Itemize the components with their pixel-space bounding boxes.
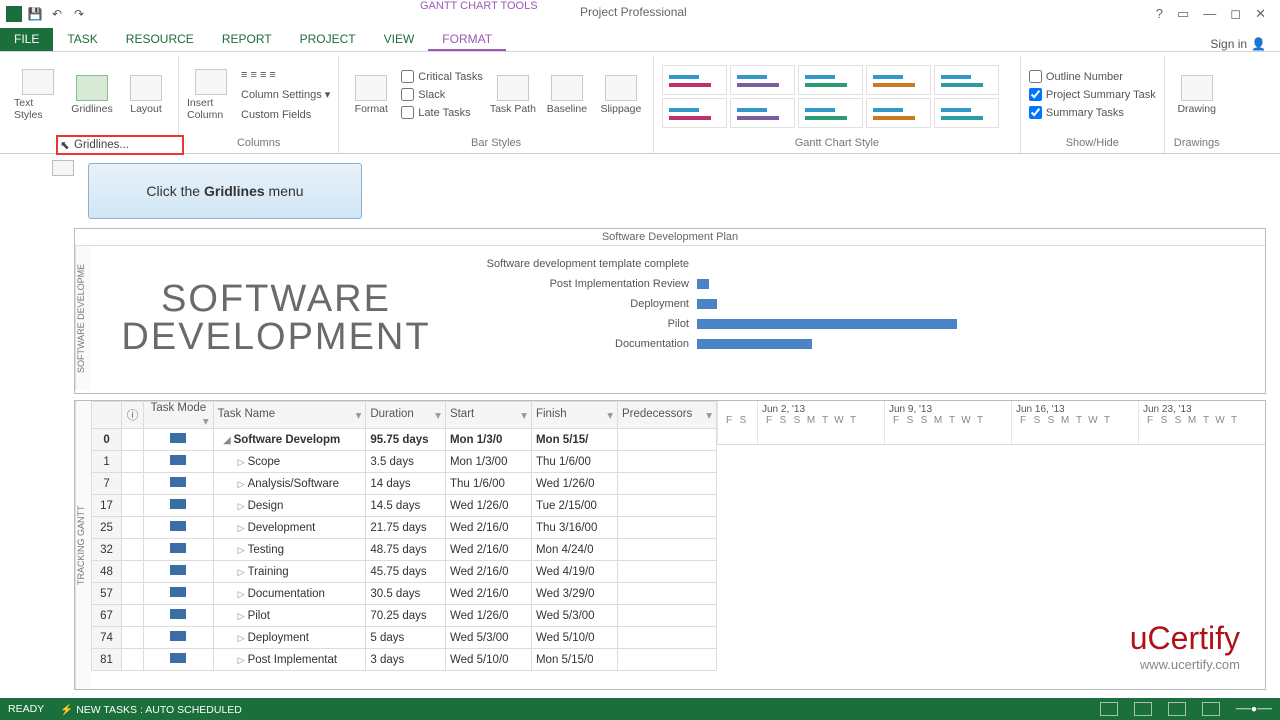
- task-path-button[interactable]: Task Path: [489, 75, 537, 115]
- slack-checkbox[interactable]: Slack: [401, 86, 483, 104]
- quick-access-toolbar: 💾 ↶ ↷: [0, 5, 88, 23]
- view-shortcut-1[interactable]: [1100, 702, 1118, 716]
- col-taskname[interactable]: Task Name▾: [213, 402, 366, 429]
- table-row[interactable]: 81▷Post Implementat3 daysWed 5/10/0Mon 5…: [92, 649, 717, 671]
- report-bar-row: Deployment: [467, 294, 1259, 314]
- redo-icon[interactable]: ↷: [70, 5, 88, 23]
- critical-tasks-checkbox[interactable]: Critical Tasks: [401, 68, 483, 86]
- group-drawings-label: Drawings: [1173, 133, 1221, 153]
- tab-resource[interactable]: RESOURCE: [112, 28, 208, 51]
- col-predecessors[interactable]: Predecessors▾: [618, 402, 717, 429]
- group-showhide-label: Show/Hide: [1029, 133, 1156, 153]
- ribbon-minimize-icon[interactable]: ▭: [1177, 6, 1189, 22]
- undo-icon[interactable]: ↶: [48, 5, 66, 23]
- signin-link[interactable]: Sign in👤: [1210, 37, 1280, 51]
- col-duration[interactable]: Duration▾: [366, 402, 446, 429]
- cursor-icon: ⬉: [60, 138, 70, 152]
- group-ganttstyle-label: Gantt Chart Style: [662, 133, 1012, 153]
- project-summary-checkbox[interactable]: Project Summary Task: [1029, 86, 1156, 104]
- late-tasks-checkbox[interactable]: Late Tasks: [401, 104, 483, 122]
- table-row[interactable]: 17▷Design14.5 daysWed 1/26/0Tue 2/15/00: [92, 495, 717, 517]
- baseline-button[interactable]: Baseline: [543, 75, 591, 115]
- group-barstyles-label: Bar Styles: [347, 133, 645, 153]
- column-settings-button[interactable]: Column Settings ▾: [241, 86, 330, 104]
- view-shortcut-3[interactable]: [1168, 702, 1186, 716]
- tab-format[interactable]: FORMAT: [428, 28, 506, 51]
- table-row[interactable]: 7▷Analysis/Software14 daysThu 1/6/00Wed …: [92, 473, 717, 495]
- report-panel: Software Development Plan SOFTWARE DEVEL…: [74, 228, 1266, 394]
- table-row[interactable]: 57▷Documentation30.5 daysWed 2/16/0Wed 3…: [92, 583, 717, 605]
- view-shortcut-2[interactable]: [1134, 702, 1152, 716]
- watermark: uCertify www.ucertify.com: [1130, 620, 1240, 672]
- status-ready: READY: [8, 703, 44, 715]
- report-bars: Software development template completePo…: [461, 246, 1265, 390]
- app-icon: [6, 6, 22, 22]
- view-shortcut-4[interactable]: [1202, 702, 1220, 716]
- report-bar-row: Documentation: [467, 334, 1259, 354]
- col-finish[interactable]: Finish▾: [531, 402, 617, 429]
- window-controls: ? ▭ — ◻ ✕: [1156, 6, 1280, 22]
- minimize-icon[interactable]: —: [1203, 6, 1216, 22]
- tab-view[interactable]: VIEW: [370, 28, 429, 51]
- report-heading: SOFTWAREDEVELOPMENT: [121, 280, 430, 356]
- report-title: Software Development Plan: [75, 229, 1265, 246]
- tab-report[interactable]: REPORT: [208, 28, 286, 51]
- progress-lines-menu-item[interactable]: [52, 160, 74, 176]
- instruction-tooltip: Click the Gridlines menu: [88, 163, 362, 219]
- context-tab-label: GANTT CHART TOOLS: [420, 0, 538, 12]
- report-bar-row: Pilot: [467, 314, 1259, 334]
- summary-tasks-checkbox[interactable]: Summary Tasks: [1029, 104, 1156, 122]
- table-row[interactable]: 32▷Testing48.75 daysWed 2/16/0Mon 4/24/0: [92, 539, 717, 561]
- custom-fields-button[interactable]: Custom Fields: [241, 106, 330, 124]
- table-row[interactable]: 48▷Training45.75 daysWed 2/16/0Wed 4/19/…: [92, 561, 717, 583]
- insert-column-button[interactable]: Insert Column: [187, 69, 235, 121]
- view-side-label: TRACKING GANTT: [75, 401, 91, 689]
- ribbon: Text Styles Gridlines Layout Format Inse…: [0, 52, 1280, 154]
- title-bar: 💾 ↶ ↷ GANTT CHART TOOLS Project Professi…: [0, 0, 1280, 28]
- app-title: Project Professional: [580, 5, 687, 19]
- user-icon: 👤: [1251, 37, 1266, 51]
- drawing-button[interactable]: Drawing: [1173, 75, 1221, 115]
- align-buttons[interactable]: ≡ ≡ ≡ ≡: [241, 66, 330, 84]
- save-icon[interactable]: 💾: [26, 5, 44, 23]
- gridlines-menu-item[interactable]: ⬉ Gridlines...: [56, 135, 184, 155]
- tab-task[interactable]: TASK: [53, 28, 111, 51]
- format-button[interactable]: Format: [347, 75, 395, 115]
- gantt-split: TRACKING GANTT ⓘ Task Mode▾ Task Name▾ D…: [74, 400, 1266, 690]
- outline-number-checkbox[interactable]: Outline Number: [1029, 68, 1156, 86]
- gantt-timescale: FSJun 2, '13FSSMTWTJun 9, '13FSSMTWTJun …: [717, 401, 1265, 445]
- task-table[interactable]: ⓘ Task Mode▾ Task Name▾ Duration▾ Start▾…: [91, 401, 717, 689]
- table-row[interactable]: 67▷Pilot70.25 daysWed 1/26/0Wed 5/3/00: [92, 605, 717, 627]
- help-icon[interactable]: ?: [1156, 6, 1163, 22]
- status-bar: READY ⚡ NEW TASKS : AUTO SCHEDULED ──●──: [0, 698, 1280, 720]
- table-row[interactable]: 25▷Development21.75 daysWed 2/16/0Thu 3/…: [92, 517, 717, 539]
- report-bar-row: Post Implementation Review: [467, 274, 1259, 294]
- slippage-button[interactable]: Slippage: [597, 75, 645, 115]
- table-row[interactable]: 1▷Scope3.5 daysMon 1/3/00Thu 1/6/00: [92, 451, 717, 473]
- group-columns-label: Columns: [187, 133, 330, 153]
- tab-project[interactable]: PROJECT: [286, 28, 370, 51]
- text-styles-button[interactable]: Text Styles: [14, 69, 62, 121]
- ribbon-tabs: FILE TASK RESOURCE REPORT PROJECT VIEW F…: [0, 28, 1280, 52]
- table-row[interactable]: 0◢Software Developm95.75 daysMon 1/3/0Mo…: [92, 429, 717, 451]
- col-start[interactable]: Start▾: [445, 402, 531, 429]
- col-mode[interactable]: Task Mode▾: [144, 402, 213, 429]
- layout-button[interactable]: Layout: [122, 75, 170, 115]
- report-bar-row: Software development template complete: [467, 254, 1259, 274]
- col-info[interactable]: ⓘ: [122, 402, 144, 429]
- gridlines-button[interactable]: Gridlines: [68, 75, 116, 115]
- table-row[interactable]: 74▷Deployment5 daysWed 5/3/00Wed 5/10/0: [92, 627, 717, 649]
- tab-file[interactable]: FILE: [0, 28, 53, 51]
- close-icon[interactable]: ✕: [1255, 6, 1266, 22]
- zoom-slider[interactable]: ──●──: [1236, 703, 1272, 715]
- maximize-icon[interactable]: ◻: [1230, 6, 1241, 22]
- report-side-label: SOFTWARE DEVELOPME: [75, 246, 91, 390]
- gantt-style-gallery[interactable]: [662, 61, 1012, 128]
- status-newtasks[interactable]: ⚡ NEW TASKS : AUTO SCHEDULED: [60, 703, 242, 716]
